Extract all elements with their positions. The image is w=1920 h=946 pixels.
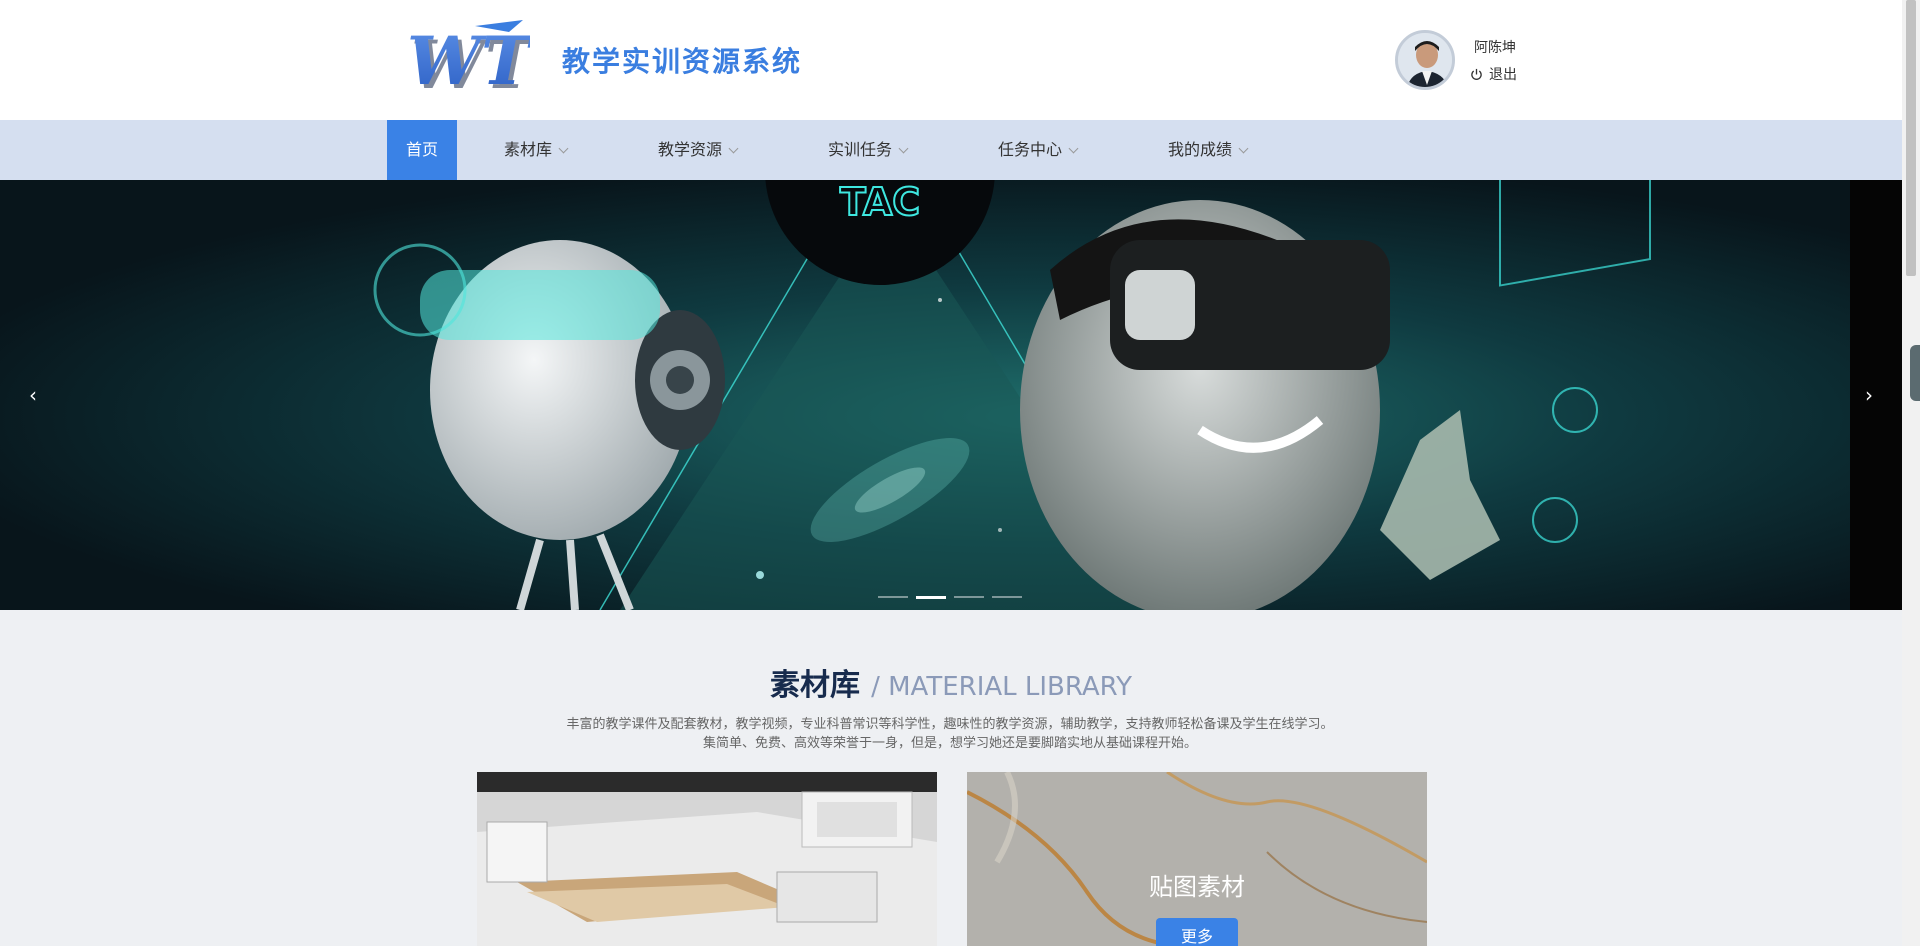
nav-item-home[interactable]: 首页 [387,120,458,180]
site-title: 教学实训资源系统 [562,45,803,78]
chevron-down-icon [558,143,569,153]
section-heading: 素材库 / MATERIAL LIBRARY [0,660,1902,704]
scrollbar-thumb[interactable] [1906,0,1916,276]
chevron-down-icon [1068,143,1079,153]
material-card-3d-models[interactable] [477,772,937,946]
chevron-left-icon: ‹ [29,383,37,407]
nav-item-label: 我的成绩 [1168,140,1233,159]
site-logo[interactable]: WT WT [405,18,530,98]
nav-item-material-library[interactable]: 素材库 [504,120,569,180]
material-card-textures[interactable]: 贴图素材 更多 [967,772,1427,946]
nav-item-label: 首页 [406,140,439,159]
page: WT WT 教学实训资源系统 阿陈坤 退出 首页 素材库 教学资源 实训任务 任… [0,0,1920,946]
username[interactable]: 阿陈坤 [1474,37,1516,57]
chevron-down-icon [1238,143,1249,153]
side-widget-tab[interactable] [1910,345,1920,401]
chevron-down-icon [898,143,909,153]
nav-item-teaching-resources[interactable]: 教学资源 [658,120,739,180]
section-description: 丰富的教学课件及配套教材，教学视频，专业科普常识等科学性，趣味性的教学资源，辅助… [566,717,1334,751]
chevron-right-icon: › [1865,383,1873,407]
main-nav: 首页 素材库 教学资源 实训任务 任务中心 我的成绩 [0,120,1902,180]
carousel-prev-button[interactable]: ‹ [8,370,58,420]
carousel-next-button[interactable]: › [1844,370,1894,420]
card-title: 贴图素材 [1149,873,1245,901]
power-icon [1471,68,1482,80]
banner-badge: TAC [840,180,920,224]
carousel-dot-3[interactable] [954,596,984,598]
logout-label: 退出 [1489,67,1517,83]
more-button[interactable]: 更多 [1156,918,1238,946]
nav-item-label: 教学资源 [658,140,723,159]
logout-button[interactable]: 退出 [1470,64,1517,84]
carousel-dot-1[interactable] [878,596,908,598]
nav-item-task-center[interactable]: 任务中心 [998,120,1079,180]
section-title-en: / MATERIAL LIBRARY [871,672,1132,702]
carousel-indicators [878,596,1022,599]
page-scrollbar[interactable] [1902,0,1920,946]
nav-item-my-grades[interactable]: 我的成绩 [1168,120,1249,180]
banner-carousel[interactable]: TAC ‹ › [0,180,1902,610]
nav-item-label: 素材库 [504,140,553,159]
header: WT WT 教学实训资源系统 阿陈坤 退出 [0,0,1902,120]
section-title-cn: 素材库 [770,668,860,703]
carousel-dot-2[interactable] [916,596,946,599]
carousel-dot-4[interactable] [992,596,1022,598]
banner-image: TAC [0,180,1902,610]
nav-item-training-tasks[interactable]: 实训任务 [828,120,909,180]
svg-text:WT: WT [407,22,530,98]
nav-item-label: 实训任务 [828,140,893,159]
nav-item-label: 任务中心 [998,140,1063,159]
chevron-down-icon [728,143,739,153]
user-avatar[interactable] [1395,30,1455,90]
card-image [477,772,937,946]
